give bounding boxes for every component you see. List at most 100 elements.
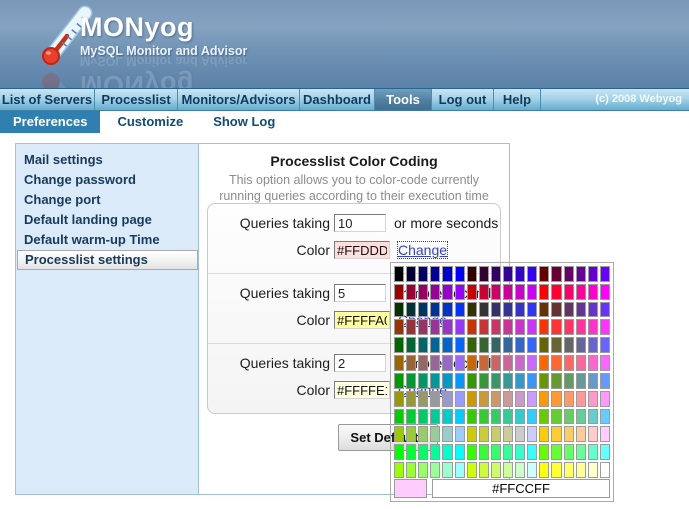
palette-swatch[interactable] — [418, 426, 428, 442]
palette-swatch[interactable] — [539, 266, 549, 282]
palette-swatch[interactable] — [455, 462, 465, 478]
palette-swatch[interactable] — [491, 355, 501, 371]
subnav-tab-show-log[interactable]: Show Log — [200, 111, 288, 133]
palette-swatch[interactable] — [588, 426, 598, 442]
palette-swatch[interactable] — [418, 409, 428, 425]
palette-swatch[interactable] — [430, 391, 440, 407]
palette-swatch[interactable] — [503, 337, 513, 353]
palette-swatch[interactable] — [527, 302, 537, 318]
palette-swatch[interactable] — [406, 302, 416, 318]
palette-swatch[interactable] — [539, 391, 549, 407]
palette-swatch[interactable] — [551, 302, 561, 318]
palette-swatch[interactable] — [418, 462, 428, 478]
palette-swatch[interactable] — [455, 373, 465, 389]
palette-swatch[interactable] — [491, 302, 501, 318]
palette-swatch[interactable] — [394, 391, 404, 407]
palette-swatch[interactable] — [527, 426, 537, 442]
palette-swatch[interactable] — [455, 409, 465, 425]
palette-swatch[interactable] — [588, 373, 598, 389]
palette-swatch[interactable] — [467, 355, 477, 371]
palette-swatch[interactable] — [455, 302, 465, 318]
palette-swatch[interactable] — [491, 319, 501, 335]
palette-swatch[interactable] — [406, 444, 416, 460]
palette-swatch[interactable] — [527, 373, 537, 389]
palette-swatch[interactable] — [551, 337, 561, 353]
palette-swatch[interactable] — [564, 302, 574, 318]
palette-swatch[interactable] — [564, 426, 574, 442]
palette-swatch[interactable] — [394, 409, 404, 425]
palette-swatch[interactable] — [539, 373, 549, 389]
palette-swatch[interactable] — [564, 284, 574, 300]
palette-swatch[interactable] — [515, 337, 525, 353]
palette-swatch[interactable] — [515, 444, 525, 460]
palette-swatch[interactable] — [467, 391, 477, 407]
palette-swatch[interactable] — [503, 391, 513, 407]
palette-swatch[interactable] — [515, 426, 525, 442]
palette-swatch[interactable] — [442, 337, 452, 353]
palette-swatch[interactable] — [515, 462, 525, 478]
palette-swatch[interactable] — [394, 462, 404, 478]
palette-swatch[interactable] — [394, 284, 404, 300]
palette-swatch[interactable] — [479, 444, 489, 460]
palette-swatch[interactable] — [600, 284, 610, 300]
palette-swatch[interactable] — [430, 319, 440, 335]
palette-swatch[interactable] — [418, 355, 428, 371]
palette-swatch[interactable] — [394, 355, 404, 371]
palette-swatch[interactable] — [418, 302, 428, 318]
palette-swatch[interactable] — [576, 462, 586, 478]
palette-swatch[interactable] — [442, 355, 452, 371]
palette-swatch[interactable] — [479, 409, 489, 425]
palette-swatch[interactable] — [600, 409, 610, 425]
palette-swatch[interactable] — [479, 462, 489, 478]
palette-swatch[interactable] — [491, 426, 501, 442]
palette-swatch[interactable] — [467, 444, 477, 460]
palette-swatch[interactable] — [503, 266, 513, 282]
palette-swatch[interactable] — [503, 462, 513, 478]
palette-swatch[interactable] — [564, 444, 574, 460]
palette-swatch[interactable] — [527, 355, 537, 371]
palette-swatch[interactable] — [527, 266, 537, 282]
palette-swatch[interactable] — [551, 391, 561, 407]
palette-swatch[interactable] — [394, 302, 404, 318]
nav-item-help[interactable]: Help — [494, 89, 541, 110]
palette-swatch[interactable] — [600, 302, 610, 318]
palette-swatch[interactable] — [442, 426, 452, 442]
palette-swatch[interactable] — [394, 266, 404, 282]
palette-swatch[interactable] — [455, 284, 465, 300]
palette-swatch[interactable] — [515, 355, 525, 371]
palette-swatch[interactable] — [491, 409, 501, 425]
palette-swatch[interactable] — [394, 426, 404, 442]
seconds-input-2[interactable] — [334, 284, 386, 302]
palette-swatch[interactable] — [576, 409, 586, 425]
palette-swatch[interactable] — [551, 266, 561, 282]
palette-swatch[interactable] — [588, 284, 598, 300]
palette-swatch[interactable] — [527, 462, 537, 478]
palette-swatch[interactable] — [491, 462, 501, 478]
nav-item-log-out[interactable]: Log out — [432, 89, 494, 110]
palette-swatch[interactable] — [564, 391, 574, 407]
palette-swatch[interactable] — [576, 302, 586, 318]
palette-swatch[interactable] — [576, 355, 586, 371]
palette-swatch[interactable] — [515, 284, 525, 300]
sidebar-item-mail-settings[interactable]: Mail settings — [16, 150, 199, 170]
palette-swatch[interactable] — [479, 266, 489, 282]
palette-swatch[interactable] — [551, 319, 561, 335]
palette-swatch[interactable] — [491, 266, 501, 282]
palette-swatch[interactable] — [406, 266, 416, 282]
palette-swatch[interactable] — [442, 319, 452, 335]
palette-swatch[interactable] — [600, 355, 610, 371]
palette-swatch[interactable] — [406, 426, 416, 442]
palette-swatch[interactable] — [430, 284, 440, 300]
palette-swatch[interactable] — [600, 373, 610, 389]
palette-swatch[interactable] — [467, 284, 477, 300]
palette-swatch[interactable] — [600, 319, 610, 335]
seconds-input-3[interactable] — [334, 354, 386, 372]
nav-item-tools[interactable]: Tools — [375, 89, 432, 110]
palette-swatch[interactable] — [539, 409, 549, 425]
palette-swatch[interactable] — [418, 284, 428, 300]
palette-swatch[interactable] — [503, 409, 513, 425]
palette-swatch[interactable] — [406, 373, 416, 389]
palette-swatch[interactable] — [564, 373, 574, 389]
palette-swatch[interactable] — [539, 355, 549, 371]
sidebar-item-change-port[interactable]: Change port — [16, 190, 199, 210]
